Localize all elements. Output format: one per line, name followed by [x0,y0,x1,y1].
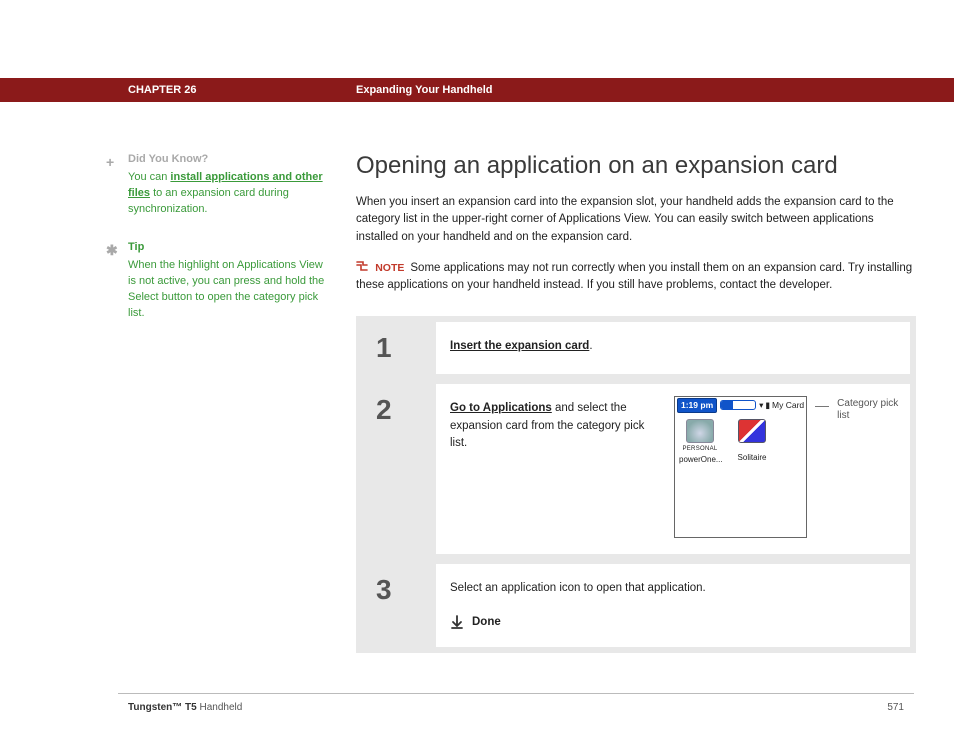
step-content: Insert the expansion card. [436,322,910,374]
palm-screenshot: 1:19 pm ▾ ▮ My Card [674,396,807,538]
app-label: Solitaire [731,452,773,464]
sidebar: + Did You Know? You can install applicat… [100,152,330,653]
asterisk-icon: ✱ [106,240,118,260]
chevron-down-icon: ▾ [759,399,763,412]
step-3: 3 Select an application icon to open tha… [362,564,910,647]
down-arrow-icon [450,615,464,629]
app-solitaire[interactable]: Solitaire [731,419,773,531]
step-instruction: Select an application icon to open that … [450,582,706,594]
step-post: . [589,340,592,352]
app-subtitle [731,445,773,452]
callout [815,396,829,407]
plus-icon: + [106,152,114,172]
step-2: 2 Go to Applications and select the expa… [362,384,910,554]
dyk-heading: Did You Know? [128,152,330,168]
chapter-title: Expanding Your Handheld [356,84,493,96]
card-icon: ▮ [765,399,770,412]
app-icon [738,419,766,443]
step-link[interactable]: Insert the expansion card [450,340,589,352]
tip-heading: Tip [128,240,330,256]
palm-apps: PERSONAL powerOne... Solitaire [675,413,806,537]
page-heading: Opening an application on an expansion c… [356,152,916,180]
note-paragraph: NOTESome applications may not run correc… [356,260,916,295]
step-text: Insert the expansion card. [450,338,896,355]
app-label: powerOne... [679,454,721,466]
product-rest: Handheld [197,702,243,713]
app-icon [686,419,714,443]
step-text: Go to Applications and select the expans… [450,400,660,452]
app-powerone[interactable]: PERSONAL powerOne... [679,419,721,531]
step-text: Select an application icon to open that … [450,580,896,631]
intro-paragraph: When you insert an expansion card into t… [356,194,916,246]
did-you-know-block: + Did You Know? You can install applicat… [100,152,330,218]
step-number: 1 [362,322,436,374]
dyk-pre: You can [128,171,170,183]
callout-line [815,406,829,407]
step-1: 1 Insert the expansion card. [362,322,910,374]
step-content: Select an application icon to open that … [436,564,910,647]
step-number: 3 [362,564,436,647]
chapter-label: CHAPTER 26 [128,84,356,96]
done-label: Done [472,614,501,631]
done-row: Done [450,614,896,631]
tip-block: ✱ Tip When the highlight on Applications… [100,240,330,322]
screenshot-wrap: 1:19 pm ▾ ▮ My Card [674,396,902,538]
palm-time: 1:19 pm [677,398,717,413]
product-bold: Tungsten™ T5 [128,702,197,713]
note-text: Some applications may not run correctly … [356,262,912,291]
step-content: Go to Applications and select the expans… [436,384,910,554]
tip-text: When the highlight on Applications View … [128,258,330,322]
steps-container: 1 Insert the expansion card. 2 Go to App… [356,316,916,653]
dyk-post: to an expansion card during synchronizat… [128,187,289,215]
callout-label: Category pick list [837,398,901,422]
product-name: Tungsten™ T5 Handheld [128,702,242,713]
palm-titlebar: 1:19 pm ▾ ▮ My Card [675,397,806,413]
category-label: My Card [772,399,804,412]
note-label: NOTE [375,262,404,274]
palm-progress [720,400,756,410]
main-content: Opening an application on an expansion c… [356,152,916,653]
step-link[interactable]: Go to Applications [450,402,552,414]
note-icon [356,262,371,274]
step-number: 2 [362,384,436,554]
chapter-header: CHAPTER 26 Expanding Your Handheld [0,78,954,102]
dyk-text: You can install applications and other f… [128,170,330,218]
category-picklist[interactable]: ▾ ▮ My Card [759,399,804,412]
page-number: 571 [887,702,904,713]
page-footer: Tungsten™ T5 Handheld 571 [118,693,914,743]
app-subtitle: PERSONAL [679,445,721,454]
